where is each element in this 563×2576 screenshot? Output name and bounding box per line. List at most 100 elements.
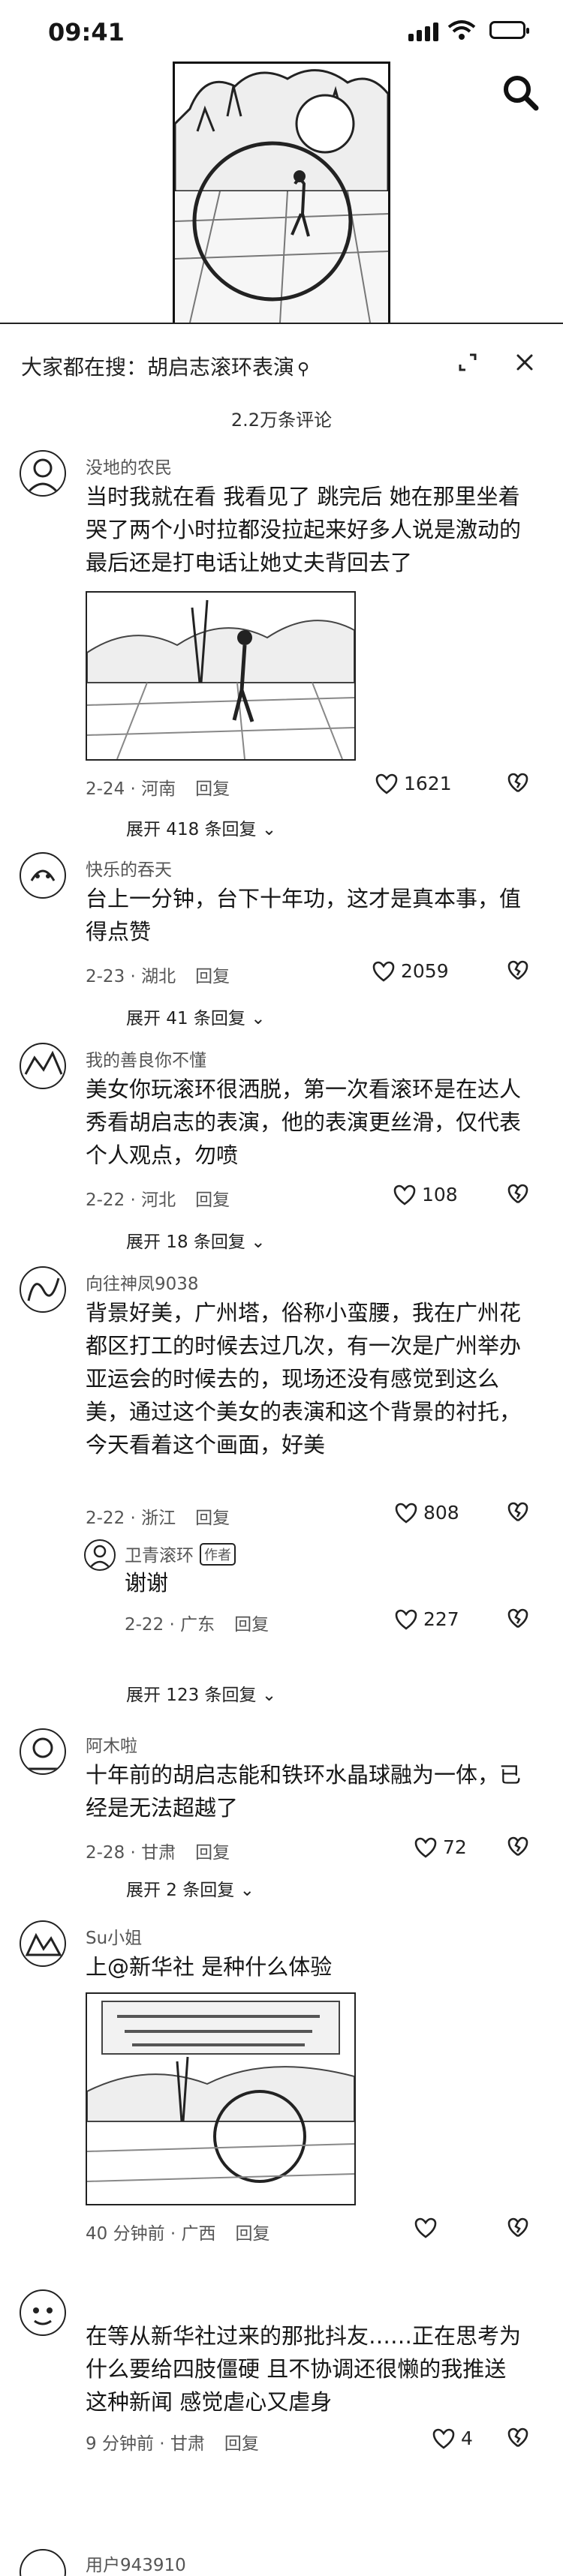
broken-heart-icon[interactable] (507, 773, 528, 794)
avatar[interactable] (20, 1920, 66, 1967)
comment-username[interactable]: 我的善良你不懂 (86, 1046, 206, 1071)
hot-search-text: 大家都在搜：胡启志滚环表演 (21, 355, 295, 380)
comment-text: 上@新华社 是种什么体验 (86, 1954, 333, 1980)
comment-item: 阿木啦 十年前的胡启志能和铁环水晶球融为一体，已经是无法超越了 2-28 · 甘… (0, 1728, 563, 1908)
heart-icon (372, 961, 395, 982)
comment-date-location: 2-24 · 河南 (86, 779, 176, 799)
comment-image[interactable] (86, 591, 356, 761)
heart-icon (395, 1503, 417, 1524)
comment-text: 台上一分钟，台下十年功，这才是真本事，值得点赞 (86, 886, 522, 944)
expand-replies[interactable]: 展开 41 条回复 ⌄ (126, 1004, 265, 1029)
avatar[interactable] (20, 2549, 66, 2576)
comment-date-location: 2-23 · 湖北 (86, 967, 176, 986)
like-count: 108 (422, 1184, 458, 1205)
heart-icon (375, 773, 398, 794)
avatar[interactable] (20, 1728, 66, 1775)
comment-count: 2.2万条评论 (230, 410, 333, 431)
expand-replies-label: 展开 2 条回复 (126, 1881, 235, 1900)
reply-avatar[interactable] (84, 1539, 116, 1571)
expand-icon[interactable] (458, 353, 477, 372)
signal-icon (408, 23, 438, 41)
chevron-down-icon: ⌄ (261, 1686, 277, 1705)
video-player[interactable]: 09:41 (0, 0, 563, 324)
like-count: 2059 (401, 960, 449, 982)
comment-meta: 2-28 · 甘肃 回复 (86, 1838, 230, 1863)
reply-button[interactable]: 回复 (195, 1843, 230, 1863)
like-button[interactable]: 2059 (372, 960, 449, 982)
avatar[interactable] (20, 852, 66, 899)
chevron-down-icon: ⌄ (251, 1232, 266, 1252)
reply-meta: 2-22 · 广东 回复 (125, 1610, 269, 1635)
search-small-icon: ⚲ (297, 360, 310, 379)
heart-icon (414, 1837, 437, 1858)
avatar[interactable] (20, 1043, 66, 1089)
reply-button[interactable]: 回复 (236, 2224, 270, 2244)
like-count: 227 (423, 1608, 459, 1630)
comment-date-location: 2-22 · 浙江 (86, 1509, 176, 1528)
search-icon[interactable] (500, 72, 540, 113)
like-count: 808 (423, 1502, 459, 1524)
author-badge: 作者 (200, 1543, 236, 1566)
like-button[interactable]: 808 (395, 1502, 459, 1524)
reply-username-text: 卫青滚环 (125, 1546, 194, 1566)
avatar[interactable] (20, 450, 66, 497)
like-button[interactable]: 1621 (375, 773, 452, 794)
reply-button[interactable]: 回复 (195, 779, 230, 799)
broken-heart-icon[interactable] (507, 1184, 528, 1205)
reply-username[interactable]: 卫青滚环 作者 (125, 1541, 236, 1566)
like-count: 72 (443, 1836, 467, 1858)
comment-date-location: 2-22 · 河北 (86, 1190, 176, 1210)
broken-heart-icon[interactable] (507, 2217, 528, 2238)
broken-heart-icon[interactable] (507, 1836, 528, 1857)
comment-item: 没地的农民 当时我就在看 我看见了 跳完后 她在那里坐着哭了两个小时拉都没拉起来… (0, 450, 563, 855)
reply-button[interactable]: 回复 (195, 967, 230, 986)
comment-text: 当时我就在看 我看见了 跳完后 她在那里坐着哭了两个小时拉都没拉起来好多人说是激… (86, 484, 522, 575)
heart-icon (395, 1609, 417, 1630)
avatar[interactable] (20, 2289, 66, 2336)
like-count: 1621 (404, 773, 452, 794)
comment-username[interactable]: 向往神凤9038 (86, 1269, 199, 1295)
expand-replies[interactable]: 展开 123 条回复 ⌄ (126, 1680, 276, 1706)
comment-meta: 2-23 · 湖北 回复 (86, 962, 230, 987)
like-button[interactable]: 108 (393, 1184, 458, 1205)
chevron-down-icon: ⌄ (251, 1009, 266, 1028)
comment-image[interactable] (86, 1992, 356, 2205)
close-icon[interactable] (515, 353, 534, 372)
reply-button[interactable]: 回复 (224, 2434, 259, 2454)
comment-username[interactable]: Su小姐 (86, 1923, 142, 1949)
reply-button[interactable]: 回复 (234, 1615, 269, 1635)
chevron-down-icon: ⌄ (239, 1881, 254, 1900)
comment-username[interactable]: 没地的农民 (86, 453, 172, 479)
like-button[interactable]: 72 (414, 1836, 467, 1858)
broken-heart-icon[interactable] (507, 1502, 528, 1523)
expand-replies[interactable]: 展开 2 条回复 ⌄ (126, 1875, 254, 1901)
comment-meta: 2-22 · 浙江 回复 (86, 1503, 230, 1529)
reply-button[interactable]: 回复 (195, 1190, 230, 1210)
status-time: 09:41 (48, 18, 125, 47)
heart-icon (414, 2217, 437, 2238)
like-button[interactable] (414, 2217, 443, 2238)
comment-username[interactable]: 快乐的吞天 (86, 855, 172, 881)
comment-username[interactable]: 用户943910 (86, 2550, 186, 2576)
broken-heart-icon[interactable] (507, 960, 528, 981)
comment-text: 背景好美，广州塔，俗称小蛮腰，我在广州花都区打工的时候去过几次，有一次是广州举办… (86, 1300, 522, 1458)
broken-heart-icon[interactable] (507, 2427, 528, 2448)
avatar[interactable] (20, 1266, 66, 1313)
comment-item: 快乐的吞天 台上一分钟，台下十年功，这才是真本事，值得点赞 2-23 · 湖北回… (0, 852, 563, 1040)
like-count: 4 (461, 2427, 473, 2449)
comment-username[interactable]: 阿木啦 (86, 1731, 137, 1757)
reply-button[interactable]: 回复 (195, 1509, 230, 1528)
like-button[interactable]: 4 (432, 2427, 473, 2449)
comment-date-location: 9 分钟前 · 甘肃 (86, 2434, 205, 2454)
expand-replies[interactable]: 展开 18 条回复 ⌄ (126, 1227, 265, 1253)
broken-heart-icon[interactable] (507, 1608, 528, 1629)
reply-text: 谢谢 (125, 1570, 169, 1596)
comment-text: 美女你玩滚环很洒脱，第一次看滚环是在达人秀看胡启志的表演，他的表演更丝滑，仅代表… (86, 1076, 522, 1168)
hot-search-link[interactable]: 大家都在搜：胡启志滚环表演 ⚲ (21, 351, 309, 381)
comment-item: 在等从新华社过来的那批抖友……正在思考为什么要给四肢僵硬 且不协调还很懒的我推送… (0, 2289, 563, 2514)
expand-replies[interactable]: 展开 418 条回复 ⌄ (126, 815, 276, 840)
comment-date-location: 2-28 · 甘肃 (86, 1843, 176, 1863)
chevron-down-icon: ⌄ (261, 820, 277, 839)
like-button[interactable]: 227 (395, 1608, 459, 1630)
expand-replies-label: 展开 41 条回复 (126, 1009, 245, 1028)
